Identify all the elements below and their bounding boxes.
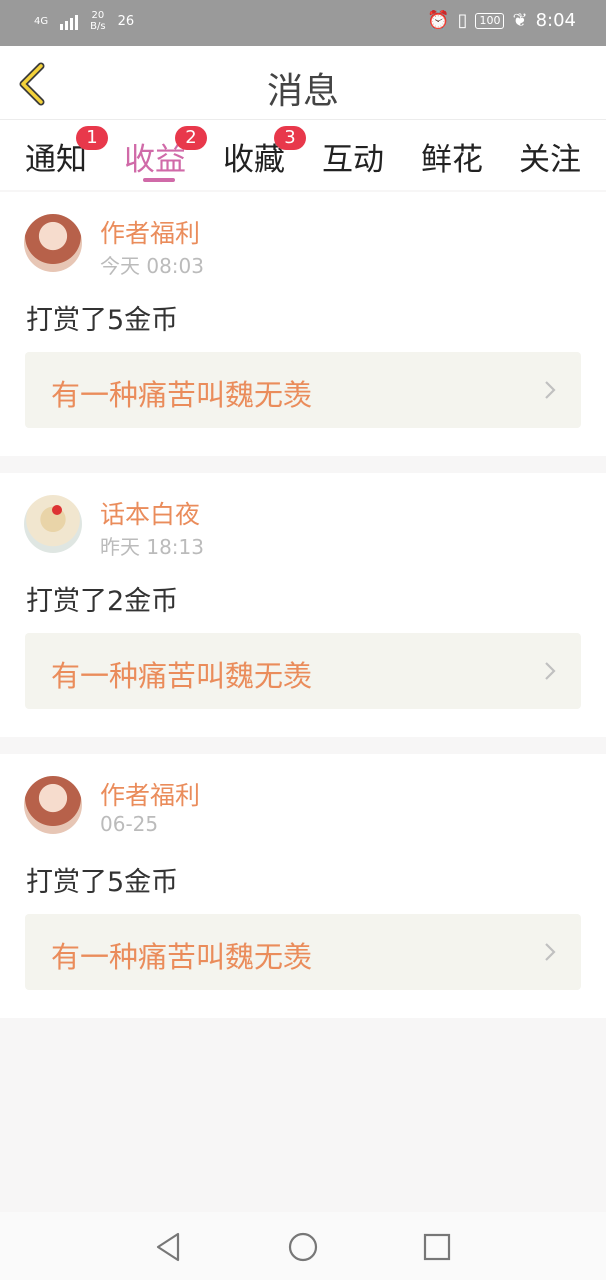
tab-label: 收藏 bbox=[223, 142, 285, 178]
message-card: 作者福利 今天 08:03 打赏了5金币 有一种痛苦叫魏无羡 bbox=[0, 192, 606, 456]
message-text: 打赏了2金币 bbox=[26, 586, 179, 617]
avatar[interactable] bbox=[24, 495, 82, 553]
leaf-icon: ❦ bbox=[512, 10, 528, 31]
avatar[interactable] bbox=[24, 214, 82, 272]
tab-following[interactable]: 关注 bbox=[510, 134, 590, 179]
tab-label: 收益 bbox=[124, 142, 186, 178]
temperature: 26 bbox=[117, 13, 135, 29]
message-card: 作者福利 06-25 打赏了5金币 有一种痛苦叫魏无羡 bbox=[0, 754, 606, 1018]
chevron-right-icon bbox=[545, 943, 556, 961]
chevron-right-icon bbox=[545, 381, 556, 399]
tab-interactions[interactable]: 互动 bbox=[313, 134, 393, 179]
status-bar: 4G 20 B/s 26 ⏰ ▯ 100 ❦ 8:04 bbox=[0, 0, 606, 46]
signal-icon bbox=[60, 12, 79, 30]
sender-name[interactable]: 作者福利 bbox=[100, 214, 200, 250]
speed-value: 20 bbox=[91, 10, 105, 21]
tab-label: 互动 bbox=[322, 142, 384, 178]
tab-badge: 1 bbox=[76, 126, 108, 150]
tab-badge: 3 bbox=[274, 126, 306, 150]
tab-favorites[interactable]: 收藏 3 bbox=[214, 126, 306, 179]
message-text: 打赏了5金币 bbox=[26, 867, 179, 898]
network-label: 4G bbox=[34, 15, 49, 27]
book-link[interactable]: 有一种痛苦叫魏无羡 bbox=[25, 914, 581, 990]
vibrate-icon: ▯ bbox=[457, 10, 468, 31]
system-nav-bar bbox=[0, 1212, 606, 1280]
recents-nav-icon[interactable] bbox=[420, 1230, 454, 1264]
home-nav-icon[interactable] bbox=[286, 1230, 320, 1264]
header: 消息 bbox=[0, 46, 606, 120]
message-time: 今天 08:03 bbox=[100, 254, 204, 278]
message-time: 06-25 bbox=[100, 812, 159, 836]
tab-badge: 2 bbox=[175, 126, 207, 150]
book-link[interactable]: 有一种痛苦叫魏无羡 bbox=[25, 633, 581, 709]
back-nav-icon[interactable] bbox=[152, 1230, 186, 1264]
tab-label: 通知 bbox=[25, 142, 87, 178]
book-title: 有一种痛苦叫魏无羡 bbox=[51, 378, 313, 412]
tab-flowers[interactable]: 鲜花 bbox=[412, 134, 492, 179]
battery-icon: 100 bbox=[475, 12, 505, 29]
sender-name[interactable]: 话本白夜 bbox=[100, 495, 200, 531]
book-title: 有一种痛苦叫魏无羡 bbox=[51, 940, 313, 974]
book-link[interactable]: 有一种痛苦叫魏无羡 bbox=[25, 352, 581, 428]
avatar[interactable] bbox=[24, 776, 82, 834]
sender-name[interactable]: 作者福利 bbox=[100, 776, 200, 812]
tab-bar: 通知 1 收益 2 收藏 3 互动 鲜花 关注 bbox=[0, 120, 606, 190]
alarm-icon: ⏰ bbox=[427, 10, 450, 31]
chevron-right-icon bbox=[545, 662, 556, 680]
tab-label: 关注 bbox=[519, 142, 581, 178]
message-card: 话本白夜 昨天 18:13 打赏了2金币 有一种痛苦叫魏无羡 bbox=[0, 473, 606, 737]
page-title: 消息 bbox=[266, 71, 339, 112]
clock: 8:04 bbox=[535, 10, 576, 31]
net-speed: 20 B/s bbox=[90, 10, 105, 32]
speed-unit: B/s bbox=[90, 21, 106, 32]
active-tab-indicator bbox=[143, 178, 175, 182]
tab-notifications[interactable]: 通知 1 bbox=[16, 126, 108, 179]
message-text: 打赏了5金币 bbox=[26, 305, 179, 336]
tab-label: 鲜花 bbox=[421, 142, 483, 178]
tab-earnings[interactable]: 收益 2 bbox=[115, 126, 207, 182]
message-time: 昨天 18:13 bbox=[100, 535, 204, 559]
book-title: 有一种痛苦叫魏无羡 bbox=[51, 659, 313, 693]
